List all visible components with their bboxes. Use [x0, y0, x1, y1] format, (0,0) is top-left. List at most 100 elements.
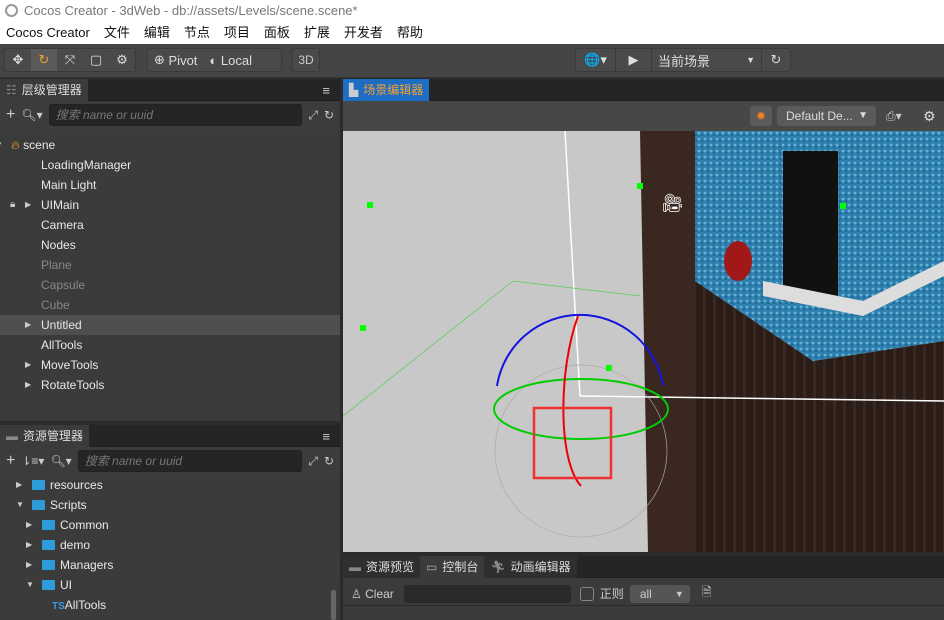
caret-right-icon[interactable]: ▶	[25, 315, 31, 335]
tree-item[interactable]: ▶ demo	[0, 535, 340, 555]
scene-viewport[interactable]: 🎥︎	[343, 131, 944, 552]
tree-item[interactable]: ▶ RotateTools	[0, 375, 340, 395]
folder-icon: ▬	[349, 559, 361, 574]
local-button[interactable]: ◐ Local	[203, 49, 258, 71]
console-filter-input[interactable]	[403, 584, 571, 603]
tree-item[interactable]: ▶ resources	[0, 475, 340, 495]
menu-extension[interactable]: 扩展	[304, 22, 330, 44]
log-level-select[interactable]: all ▼	[629, 584, 690, 603]
play-button[interactable]: ▶	[616, 49, 652, 71]
menu-bar: Cocos Creator 文件 编辑 节点 项目 面板 扩展 开发者 帮助	[0, 22, 944, 44]
tree-item[interactable]: AllTools	[0, 335, 340, 355]
lock-icon[interactable]: 🔒︎	[10, 195, 15, 215]
bottom-tabs: ▬ 资源预览 ▭ 控制台 🏃︎ 动画编辑器	[343, 555, 944, 578]
log-file-icon[interactable]: 🗎	[702, 583, 712, 604]
tree-item[interactable]: TSAllTools	[0, 595, 340, 615]
caret-right-icon[interactable]: ▶	[25, 195, 31, 215]
refresh-icon[interactable]: ↻	[324, 108, 334, 122]
folder-icon: ▬	[6, 428, 18, 443]
tree-item-label: LoadingManager	[41, 158, 132, 172]
menu-node[interactable]: 节点	[184, 22, 210, 44]
tree-item[interactable]: Cube	[0, 295, 340, 315]
tree-item[interactable]: Plane	[0, 255, 340, 275]
chevron-down-icon: ▼	[858, 110, 868, 121]
tree-item[interactable]: ▼ Scripts	[0, 495, 340, 515]
scene-settings-gear-icon[interactable]: ⚙	[923, 106, 936, 126]
expand-icon[interactable]: ⤢	[308, 108, 318, 123]
tree-item[interactable]: LoadingManager	[0, 155, 340, 175]
tab-assets[interactable]: ▬ 资源管理器	[0, 424, 90, 447]
tree-item[interactable]: Main Light	[0, 175, 340, 195]
clear-button[interactable]: ♙ Clear	[351, 587, 394, 601]
tab-animation-editor[interactable]: 🏃︎ 动画编辑器	[484, 555, 577, 578]
camera-select[interactable]: Default De... ▼	[777, 106, 876, 126]
platform-globe-icon[interactable]: 🌐▾	[576, 49, 616, 71]
caret-right-icon[interactable]: ▶	[26, 535, 32, 555]
chevron-down-icon: ▼	[674, 588, 684, 599]
caret-right-icon[interactable]: ▶	[25, 355, 31, 375]
tree-item-label: Scripts	[50, 498, 87, 512]
move-tool-icon[interactable]: ✥	[5, 49, 31, 71]
menu-project[interactable]: 项目	[224, 22, 250, 44]
lighting-icon[interactable]: ✹	[750, 106, 772, 126]
menu-panel[interactable]: 面板	[264, 22, 290, 44]
tree-item[interactable]: ▶ Common	[0, 515, 340, 535]
tree-item[interactable]: 🔒︎ ▶ UIMain	[0, 195, 340, 215]
tab-console[interactable]: ▭ 控制台	[420, 555, 485, 578]
menu-file[interactable]: 文件	[104, 22, 130, 44]
rotate-tool-icon[interactable]: ↻	[31, 49, 57, 71]
camera-select-value: Default De...	[786, 109, 853, 123]
rect-tool-icon[interactable]: ▢	[83, 49, 109, 71]
menu-cocos[interactable]: Cocos Creator	[6, 22, 90, 44]
refresh-icon[interactable]: ↻	[762, 49, 790, 71]
assets-panel: ▬ 资源管理器 ≡ + ⇂≡▾ 🔍︎▾ 搜索 name or uuid ⤢ ↻ ▶ r…	[0, 424, 340, 620]
panel-menu-icon[interactable]: ≡	[322, 429, 330, 444]
regex-checkbox[interactable]	[579, 586, 594, 601]
search-type-icon[interactable]: 🔍︎▾	[21, 108, 42, 122]
tree-item[interactable]: Capsule	[0, 275, 340, 295]
sort-icon[interactable]: ⇂≡▾	[21, 454, 44, 468]
hierarchy-search-input[interactable]: 搜索 name or uuid	[48, 104, 303, 126]
typescript-icon: TS	[52, 601, 65, 612]
folder-icon	[32, 500, 45, 510]
menu-edit[interactable]: 编辑	[144, 22, 170, 44]
caret-right-icon[interactable]: ▶	[26, 555, 32, 575]
menu-help[interactable]: 帮助	[397, 22, 423, 44]
broom-icon: ♙	[351, 586, 362, 601]
add-icon[interactable]: +	[6, 106, 15, 124]
tree-item[interactable]: ▶ Untitled	[0, 315, 340, 335]
caret-down-icon[interactable]: ▼	[0, 135, 3, 155]
caret-down-icon[interactable]: ▼	[16, 495, 24, 515]
pivot-group: ⊕ Pivot ◐ Local	[147, 48, 282, 72]
tab-asset-preview[interactable]: ▬ 资源预览	[343, 555, 421, 578]
caret-right-icon[interactable]: ▶	[16, 475, 22, 495]
scene-select[interactable]: 当前场景 ▼	[652, 49, 762, 71]
expand-icon[interactable]: ⤢	[308, 454, 318, 469]
pivot-button[interactable]: ⊕ Pivot	[148, 49, 203, 71]
caret-right-icon[interactable]: ▶	[25, 375, 31, 395]
tab-scene-editor[interactable]: ▙ 场景编辑器	[343, 78, 430, 101]
tree-item[interactable]: Nodes	[0, 235, 340, 255]
3d-toggle[interactable]: 3D	[292, 48, 320, 72]
local-label: Local	[220, 52, 252, 68]
tree-item[interactable]: ▼ UI	[0, 575, 340, 595]
add-icon[interactable]: +	[6, 452, 15, 470]
caret-right-icon[interactable]: ▶	[26, 515, 32, 535]
tab-hierarchy[interactable]: ☷ 层级管理器	[0, 78, 88, 101]
settings-gear-icon[interactable]: ⚙	[109, 49, 135, 71]
tree-item[interactable]: ▶ MoveTools	[0, 355, 340, 375]
assets-search-input[interactable]: 搜索 name or uuid	[77, 450, 303, 472]
folder-icon	[42, 580, 55, 590]
menu-developer[interactable]: 开发者	[344, 22, 383, 44]
panel-menu-icon[interactable]: ≡	[322, 83, 330, 98]
caret-down-icon[interactable]: ▼	[26, 575, 34, 595]
scale-tool-icon[interactable]: ⤧	[57, 49, 83, 71]
tree-item[interactable]: ▶ Managers	[0, 555, 340, 575]
tree-item[interactable]: Camera	[0, 215, 340, 235]
assets-scrollbar[interactable]	[331, 590, 336, 620]
refresh-icon[interactable]: ↻	[324, 454, 334, 468]
assets-tree: ▶ resources ▼ Scripts ▶ Common ▶ demo ▶ Managers ▼…	[0, 475, 340, 615]
search-type-icon[interactable]: 🔍︎▾	[50, 454, 71, 468]
camera-options-icon[interactable]: ⎙▾	[886, 106, 902, 126]
tree-item[interactable]: ▼ 🔥︎ scene	[0, 135, 340, 155]
